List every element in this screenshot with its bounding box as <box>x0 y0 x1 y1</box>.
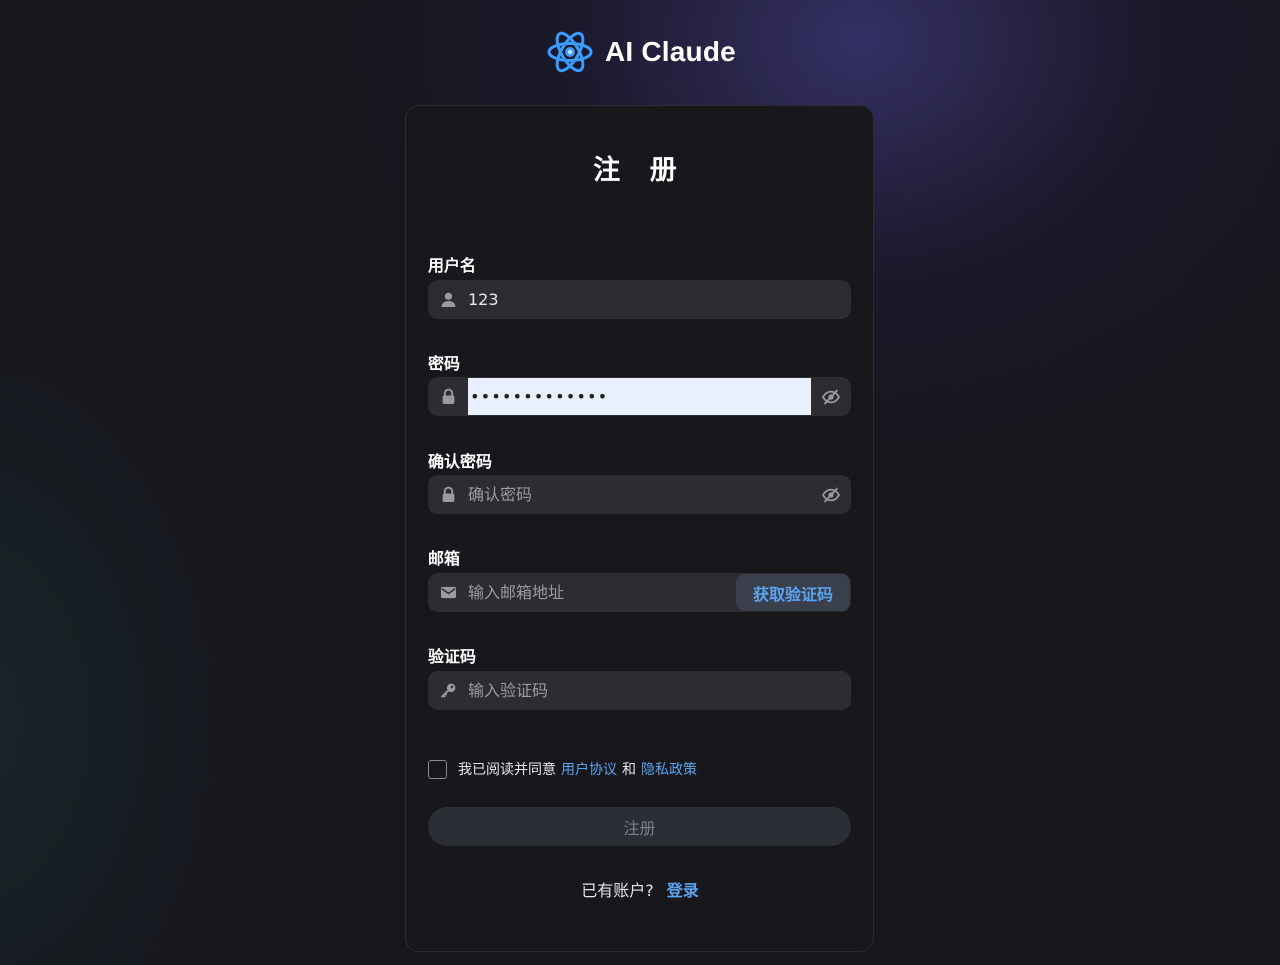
password-label: 密码 <box>428 354 461 373</box>
eye-off-icon[interactable] <box>811 377 851 416</box>
confirm-password-label: 确认密码 <box>428 452 493 471</box>
mail-icon <box>428 573 468 612</box>
login-link[interactable]: 登录 <box>667 881 699 900</box>
brand-header: AI Claude <box>545 26 736 78</box>
user-icon <box>428 280 468 319</box>
privacy-link[interactable]: 隐私政策 <box>641 759 697 779</box>
code-input[interactable] <box>468 671 851 710</box>
lock-icon <box>428 377 468 416</box>
password-field: ••••••••••••• <box>428 377 851 416</box>
agreement-row: 我已阅读并同意 用户协议 和 隐私政策 <box>428 758 702 780</box>
eye-off-icon[interactable] <box>811 475 851 514</box>
get-code-button[interactable]: 获取验证码 <box>736 574 850 611</box>
agree-checkbox[interactable] <box>428 759 447 779</box>
confirm-password-input[interactable] <box>468 475 811 514</box>
login-row: 已有账户? 登录 <box>0 877 1280 901</box>
confirm-password-field <box>428 475 851 514</box>
email-input[interactable] <box>468 573 736 612</box>
page-title: 注 册 <box>593 155 687 186</box>
atom-logo-icon <box>547 31 593 73</box>
email-label: 邮箱 <box>428 549 461 568</box>
terms-link[interactable]: 用户协议 <box>561 759 617 779</box>
email-field: 获取验证码 <box>428 573 851 612</box>
lock-icon <box>428 475 468 514</box>
agreement-text: 我已阅读并同意 <box>458 762 556 778</box>
agreement-and: 和 <box>622 762 636 778</box>
code-field <box>428 671 851 710</box>
register-button[interactable]: 注册 <box>428 807 851 846</box>
login-prompt: 已有账户? <box>581 881 654 900</box>
code-label: 验证码 <box>428 647 477 666</box>
brand-name: AI Claude <box>605 36 736 67</box>
username-input[interactable] <box>468 280 851 319</box>
username-field <box>428 280 851 319</box>
password-input[interactable]: ••••••••••••• <box>468 378 811 415</box>
key-icon <box>428 671 468 710</box>
username-label: 用户名 <box>428 256 477 275</box>
